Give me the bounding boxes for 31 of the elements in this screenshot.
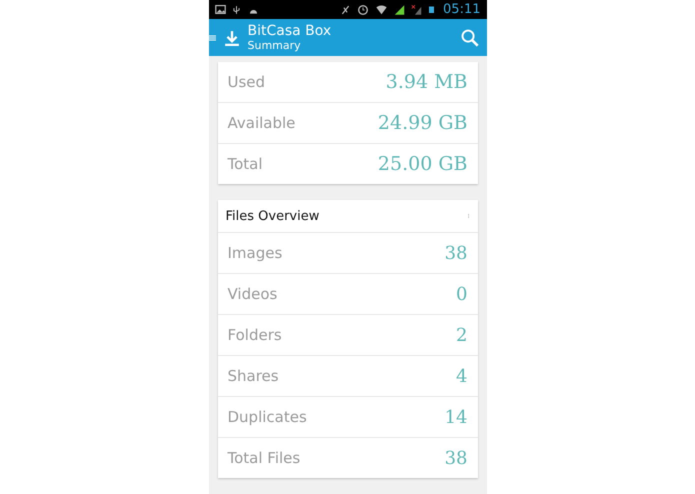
download-icon xyxy=(224,30,240,46)
storage-label: Total xyxy=(228,155,263,173)
storage-label: Used xyxy=(228,73,266,91)
file-type-label: Duplicates xyxy=(228,408,307,426)
search-icon[interactable] xyxy=(460,28,478,46)
file-type-label: Images xyxy=(228,244,282,262)
mute-icon xyxy=(340,4,352,16)
file-count: 38 xyxy=(444,448,468,468)
signal-icon xyxy=(394,4,406,16)
file-type-label: Folders xyxy=(228,326,282,344)
no-signal-icon xyxy=(411,4,422,16)
app-subtitle: Summary xyxy=(248,39,302,52)
file-type-label: Videos xyxy=(228,285,278,303)
file-count: 4 xyxy=(456,366,468,386)
card-title: Files Overview xyxy=(226,208,320,224)
alarm-icon xyxy=(357,4,370,16)
image-icon xyxy=(214,4,226,15)
file-count: 38 xyxy=(444,242,468,264)
file-count: 14 xyxy=(444,406,468,428)
app-title: BitCasa Box xyxy=(248,23,332,39)
usb-icon xyxy=(232,4,240,16)
file-count: 2 xyxy=(456,324,468,346)
file-type-label: Total Files xyxy=(228,449,300,467)
storage-value: 24.99 GB xyxy=(378,112,468,134)
wifi-icon xyxy=(375,4,388,16)
clock-time: 05:11 xyxy=(443,2,480,17)
file-type-label: Shares xyxy=(228,367,279,385)
storage-label: Available xyxy=(228,114,296,132)
file-count: 0 xyxy=(456,284,468,304)
storage-value: 3.94 MB xyxy=(386,71,468,93)
storage-value: 25.00 GB xyxy=(378,153,468,175)
